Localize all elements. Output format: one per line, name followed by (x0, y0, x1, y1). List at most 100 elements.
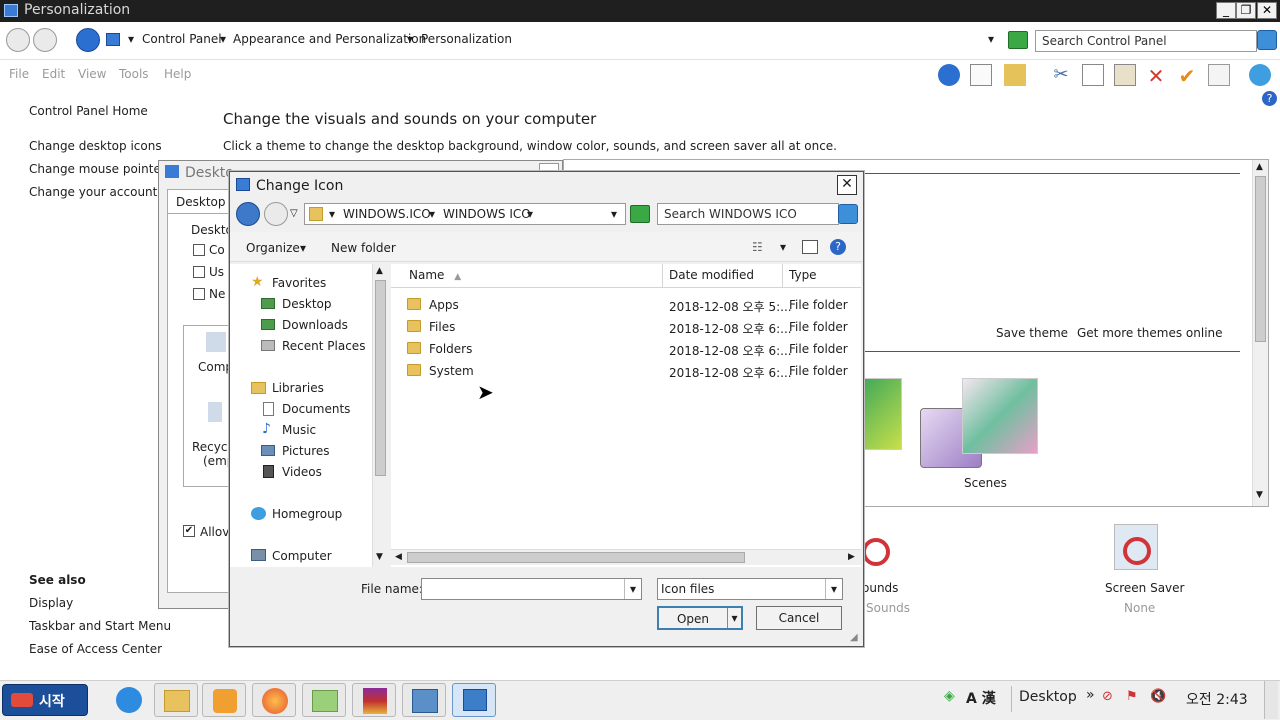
toolbar-chevron-icon[interactable]: » (1086, 687, 1095, 703)
file-row[interactable]: Folders 2018-12-08 오후 6:... File folder (391, 338, 861, 360)
globe-icon[interactable] (1249, 64, 1271, 86)
open-button[interactable]: Open ▾ (657, 606, 743, 630)
breadcrumb-appearance[interactable]: Appearance and Personalization (233, 32, 426, 46)
menu-edit[interactable]: Edit (42, 67, 65, 81)
nav-scrollbar-thumb[interactable] (375, 280, 386, 476)
up-folder-icon[interactable] (938, 64, 960, 86)
computer-checkbox[interactable] (193, 244, 205, 256)
recent-pages-icon[interactable]: ▽ (290, 208, 298, 219)
preview-pane-icon[interactable] (802, 240, 818, 254)
folders-icon[interactable] (1004, 64, 1026, 86)
dialog-search-icon[interactable] (838, 204, 858, 224)
change-icon-dialog[interactable]: Change Icon ✕ ▽ ▾ WINDOWS.ICO ▾ WINDOWS … (229, 171, 864, 647)
dialog-search-input[interactable]: Search WINDOWS ICO (657, 203, 839, 225)
file-type-dropdown-icon[interactable]: ▾ (825, 579, 842, 599)
clock[interactable]: 오전 2:43 (1186, 689, 1248, 709)
taskbar-firefox-icon[interactable] (252, 683, 296, 717)
desktop-icons-tab[interactable]: Desktop Ic (167, 189, 239, 213)
allow-themes-checkbox[interactable]: ✔ (183, 525, 195, 537)
column-name[interactable]: Name ▲ (391, 264, 663, 288)
nav-music[interactable]: Music (282, 423, 316, 437)
nav-recent-places[interactable]: Recent Places (282, 339, 365, 353)
nav-scroll-up-arrow[interactable]: ▲ (376, 266, 383, 276)
back-button[interactable] (6, 28, 30, 52)
refresh-icon[interactable] (1008, 31, 1028, 49)
column-type[interactable]: Type (783, 264, 861, 288)
address-dropdown-icon[interactable]: ▾ (988, 32, 994, 46)
menu-help[interactable]: Help (164, 67, 191, 81)
change-account-picture-link[interactable]: Change your account pi (29, 185, 172, 199)
search-input[interactable]: Search Control Panel (1035, 30, 1257, 52)
search-icon[interactable] (1257, 30, 1277, 50)
cancel-button[interactable]: Cancel (756, 606, 842, 630)
close-button[interactable]: ✕ (1257, 2, 1277, 19)
organize-dropdown-icon[interactable]: ▾ (300, 241, 306, 255)
taskbar-ie-icon[interactable] (106, 683, 150, 717)
pane-icon[interactable] (970, 64, 992, 86)
change-icon-close-button[interactable]: ✕ (837, 175, 857, 195)
new-folder-button[interactable]: New folder (331, 241, 396, 255)
network-checkbox[interactable] (193, 288, 205, 300)
minimize-button[interactable]: _ (1216, 2, 1236, 19)
nav-libraries[interactable]: Libraries (272, 381, 324, 395)
sounds-icon[interactable] (862, 528, 898, 570)
file-type-select[interactable]: Icon files ▾ (657, 578, 843, 600)
properties-icon[interactable] (1208, 64, 1230, 86)
file-name-dropdown-icon[interactable]: ▾ (624, 579, 641, 599)
nav-desktop[interactable]: Desktop (282, 297, 332, 311)
dialog-help-icon[interactable]: ? (830, 239, 846, 255)
menu-file[interactable]: File (9, 67, 29, 81)
nav-homegroup[interactable]: Homegroup (272, 507, 342, 521)
change-icon-titlebar[interactable]: Change Icon ✕ (230, 172, 863, 200)
taskbar-explorer-icon[interactable] (154, 683, 198, 717)
window-titlebar[interactable]: Personalization _ ❐ ✕ (0, 0, 1280, 22)
user-files-checkbox[interactable] (193, 266, 205, 278)
breadcrumb-control-panel[interactable]: Control Panel (142, 32, 222, 46)
sounds-link[interactable]: ounds (862, 581, 898, 595)
taskbar-start-menu-link[interactable]: Taskbar and Start Menu (29, 619, 171, 633)
volume-muted-icon[interactable]: 🔇 (1150, 689, 1166, 704)
file-list[interactable]: Name ▲ Date modified Type Apps 2018-12-0… (391, 264, 861, 567)
change-desktop-icons-link[interactable]: Change desktop icons (29, 139, 162, 153)
dialog-refresh-icon[interactable] (630, 205, 650, 223)
nav-computer[interactable]: Computer (272, 549, 332, 563)
theme-list-scrollbar[interactable]: ▲ ▼ (1252, 160, 1268, 506)
screen-saver-link[interactable]: Screen Saver (1105, 581, 1184, 595)
taskbar-personalization-icon[interactable] (452, 683, 496, 717)
open-dropdown-icon[interactable]: ▾ (727, 608, 741, 628)
network-status-icon[interactable]: ⊘ (1102, 689, 1113, 704)
save-theme-link[interactable]: Save theme (996, 326, 1068, 340)
menu-tools[interactable]: Tools (119, 67, 149, 81)
breadcrumb-personalization[interactable]: Personalization (421, 32, 512, 46)
dialog-back-button[interactable] (236, 202, 260, 226)
paste-icon[interactable] (1114, 64, 1136, 86)
start-button[interactable]: 시작 (2, 684, 88, 716)
nav-videos[interactable]: Videos (282, 465, 322, 479)
file-row[interactable]: System 2018-12-08 오후 6:... File folder (391, 360, 861, 382)
dialog-forward-button[interactable] (264, 202, 288, 226)
nav-downloads[interactable]: Downloads (282, 318, 348, 332)
check-icon[interactable]: ✔ (1176, 64, 1198, 88)
resize-grip-icon[interactable]: ◢ (850, 632, 858, 643)
nav-scroll-down-arrow[interactable]: ▼ (376, 552, 383, 562)
show-desktop-button[interactable] (1264, 681, 1278, 719)
nav-documents[interactable]: Documents (282, 402, 350, 416)
navigation-scrollbar[interactable]: ▲ ▼ (372, 264, 388, 567)
ime-indicator[interactable]: A 漢 (966, 688, 996, 708)
view-options-icon[interactable]: ☷ (752, 240, 763, 254)
ease-of-access-link[interactable]: Ease of Access Center (29, 642, 162, 656)
up-button[interactable] (76, 28, 100, 52)
path-windows-ico-sub[interactable]: WINDOWS ICO (443, 207, 531, 221)
control-panel-home-link[interactable]: Control Panel Home (29, 104, 148, 118)
taskbar-winrar-icon[interactable] (352, 683, 396, 717)
file-row[interactable]: Apps 2018-12-08 오후 5:... File folder (391, 294, 861, 316)
action-center-icon[interactable]: ⚑ (1126, 689, 1138, 704)
hscroll-right-arrow[interactable]: ▶ (848, 552, 855, 562)
taskbar-media-player-icon[interactable] (202, 683, 246, 717)
maximize-button[interactable]: ❐ (1236, 2, 1256, 19)
file-name-input[interactable]: ▾ (421, 578, 642, 600)
change-mouse-pointers-link[interactable]: Change mouse pointers (29, 162, 172, 176)
hscrollbar-thumb[interactable] (407, 552, 745, 563)
taskbar-control-panel-icon[interactable] (402, 683, 446, 717)
file-list-hscrollbar[interactable]: ◀ ▶ (391, 549, 861, 565)
